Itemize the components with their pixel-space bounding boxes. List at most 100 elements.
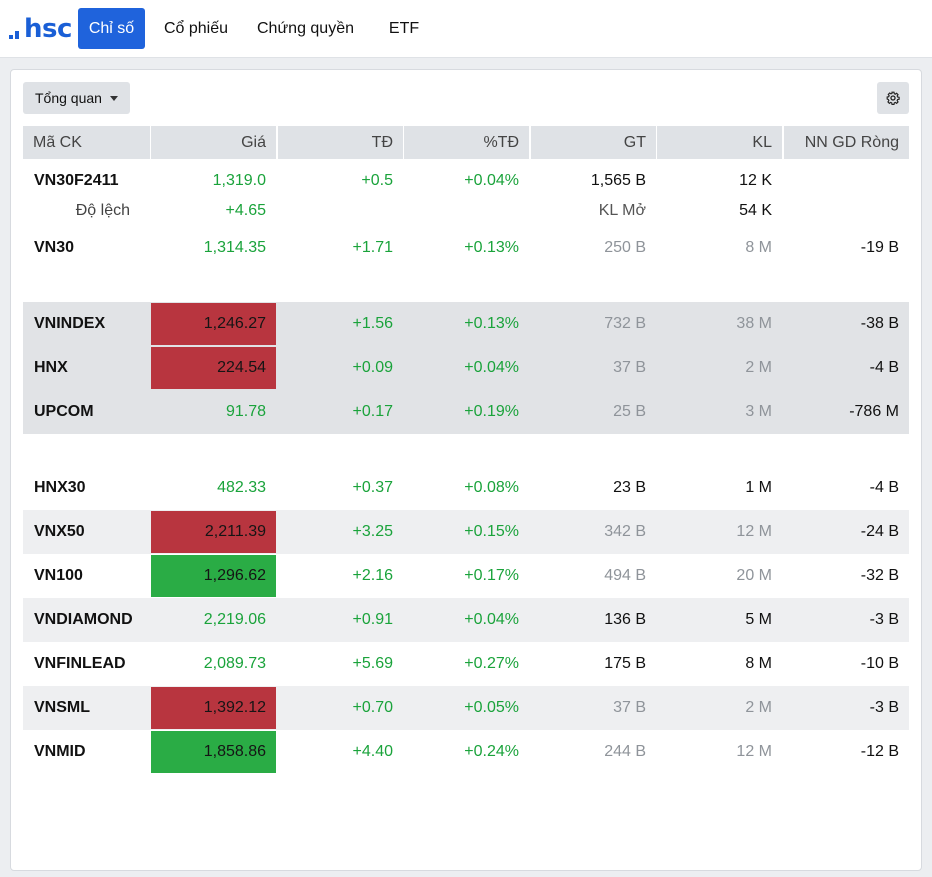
cell-pct-change: +0.27% [464,655,519,672]
hsc-logo[interactable]: hsc [9,14,72,44]
cell-foreign-net: -4 B [869,479,899,496]
cell-pct-change: +0.05% [464,699,519,716]
col-header-pct-change[interactable]: %TĐ [404,126,529,159]
cell-symbol[interactable]: VN100 [23,554,150,598]
cell-volume: 12 M [736,743,772,760]
cell-foreign-net: -3 B [869,699,899,716]
logo-mark-icon [9,31,21,39]
table-row[interactable]: VNINDEX 1,246.27 +1.56 +0.13% 732 B 38 M… [23,302,909,346]
cell-pct-change: +0.04% [464,359,519,376]
cell-pct-change: +0.15% [464,523,519,540]
cell-value: 23 B [613,479,646,496]
open-interest-label: KL Mở [598,202,646,219]
col-header-symbol[interactable]: Mã CK [23,126,150,159]
cell-price: 1,392.12 [151,687,276,729]
cell-pct-change: +0.19% [464,403,519,420]
cell-value: 342 B [604,523,646,540]
caret-down-icon [110,96,118,101]
cell-symbol[interactable]: VNSML [23,686,150,730]
cell-price: 91.78 [225,403,266,420]
cell-symbol[interactable]: HNX30 [23,466,150,510]
cell-foreign-net: -3 B [869,611,899,628]
cell-foreign-net: -32 B [860,567,899,584]
cell-symbol[interactable]: UPCOM [23,390,150,434]
cell-change: +2.16 [352,567,393,584]
tab-co-phieu[interactable]: Cổ phiếu [156,8,236,49]
tab-chi-so[interactable]: Chỉ số [78,8,145,49]
cell-price: 224.54 [151,347,276,389]
cell-pct-change: +0.17% [464,567,519,584]
cell-volume: 12 M [736,523,772,540]
logo-text: hsc [24,14,72,44]
cell-volume: 8 M [745,655,772,672]
cell-change: +0.09 [352,359,393,376]
table-row[interactable]: VNFINLEAD 2,089.73 +5.69 +0.27% 175 B 8 … [23,642,909,686]
cell-value: 175 B [604,655,646,672]
cell-price: 2,211.39 [151,511,276,553]
cell-symbol[interactable]: VNX50 [23,510,150,554]
cell-volume: 8 M [745,239,772,256]
table-row[interactable]: VNDIAMOND 2,219.06 +0.91 +0.04% 136 B 5 … [23,598,909,642]
cell-pct-change: +0.13% [464,239,519,256]
cell-volume: 5 M [745,611,772,628]
cell-foreign-net: -786 M [849,403,899,420]
cell-value: 136 B [604,611,646,628]
settings-button[interactable] [877,82,909,114]
col-header-value[interactable]: GT [531,126,656,159]
tab-etf[interactable]: ETF [376,8,432,49]
cell-symbol[interactable]: VNDIAMOND [23,598,150,642]
table-row-future-detail: Độ lệch +4.65 KL Mở 54 K [23,194,909,228]
cell-price: 1,314.35 [203,239,266,256]
cell-price: 1,296.62 [151,555,276,597]
cell-foreign-net: -38 B [860,315,899,332]
table-row[interactable]: HNX30 482.33 +0.37 +0.08% 23 B 1 M -4 B [23,466,909,510]
cell-change: +1.56 [352,315,393,332]
cell-pct-change: +0.24% [464,743,519,760]
col-header-price[interactable]: Giá [151,126,276,159]
cell-change: +0.70 [352,699,393,716]
cell-price: 1,246.27 [151,303,276,345]
cell-symbol[interactable]: VN30 [23,226,150,270]
table-row[interactable]: VNSML 1,392.12 +0.70 +0.05% 37 B 2 M -3 … [23,686,909,730]
col-header-change[interactable]: TĐ [278,126,403,159]
cell-value: 37 B [613,699,646,716]
cell-symbol[interactable]: VNFINLEAD [23,642,150,686]
basis-label: Độ lệch [75,202,130,219]
col-header-foreign-net[interactable]: NN GD Ròng [784,126,909,159]
cell-volume: 3 M [745,403,772,420]
cell-symbol[interactable]: HNX [23,346,150,390]
basis-value: +4.65 [225,202,266,219]
table-row[interactable]: UPCOM 91.78 +0.17 +0.19% 25 B 3 M -786 M [23,390,909,434]
cell-value: 25 B [613,403,646,420]
cell-change: +0.37 [352,479,393,496]
top-nav: hsc Chỉ số Cổ phiếu Chứng quyền ETF [0,0,932,58]
cell-pct-change: +0.13% [464,315,519,332]
cell-change: +0.17 [352,403,393,420]
col-header-volume[interactable]: KL [657,126,782,159]
table-row[interactable]: HNX 224.54 +0.09 +0.04% 37 B 2 M -4 B [23,346,909,390]
table-row[interactable]: VN30 1,314.35 +1.71 +0.13% 250 B 8 M -19… [23,226,909,270]
cell-price: 2,219.06 [203,611,266,628]
cell-change: +0.91 [352,611,393,628]
cell-foreign-net: -12 B [860,743,899,760]
gear-icon [886,91,900,105]
cell-volume: 1 M [745,479,772,496]
cell-pct-change: +0.04% [464,611,519,628]
cell-symbol[interactable]: VNINDEX [23,302,150,346]
cell-change: +1.71 [352,239,393,256]
cell-foreign-net: -4 B [869,359,899,376]
cell-pct-change: +0.08% [464,479,519,496]
cell-price: 482.33 [217,479,266,496]
cell-value: 37 B [613,359,646,376]
view-dropdown[interactable]: Tổng quan [23,82,130,114]
index-board-panel: Tổng quan Mã CK Giá TĐ %TĐ GT KL NN GD R… [10,69,922,871]
table-row[interactable]: VN100 1,296.62 +2.16 +0.17% 494 B 20 M -… [23,554,909,598]
tab-chung-quyen[interactable]: Chứng quyền [248,8,363,49]
table-row[interactable]: VNMID 1,858.86 +4.40 +0.24% 244 B 12 M -… [23,730,909,774]
cell-symbol[interactable]: VNMID [23,730,150,774]
cell-foreign-net: -19 B [860,239,899,256]
cell-change: +5.69 [352,655,393,672]
table-row[interactable]: VNX50 2,211.39 +3.25 +0.15% 342 B 12 M -… [23,510,909,554]
view-dropdown-label: Tổng quan [35,90,102,106]
cell-value: 250 B [604,239,646,256]
